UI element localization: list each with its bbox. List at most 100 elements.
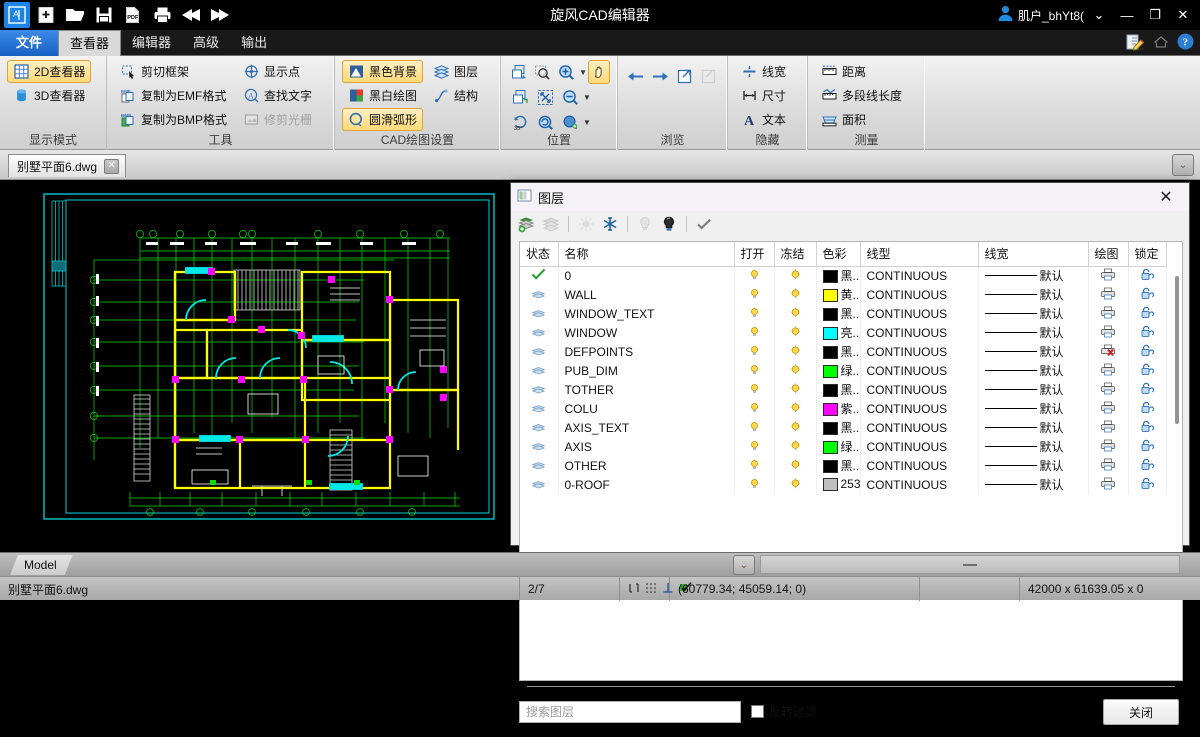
color-swatch[interactable] xyxy=(822,346,838,359)
table-row[interactable]: DEFPOINTS 黑...CONTINUOUS默认 xyxy=(520,342,1167,361)
checkbox-box[interactable] xyxy=(751,705,764,718)
cell-open[interactable] xyxy=(734,456,775,475)
tab-file[interactable]: 文件 xyxy=(0,30,59,56)
home-icon[interactable] xyxy=(1153,35,1169,52)
cell-freeze[interactable] xyxy=(774,380,817,399)
cell-layer-name[interactable]: WINDOW xyxy=(558,323,735,342)
close-button[interactable]: 关闭 xyxy=(1103,699,1179,725)
table-row[interactable]: PUB_DIM 绿...CONTINUOUS默认 xyxy=(520,361,1167,380)
undo-icon[interactable] xyxy=(178,2,204,28)
cell-layer-name[interactable]: AXIS_TEXT xyxy=(558,418,735,437)
cell-open[interactable] xyxy=(734,399,775,418)
document-tab[interactable]: 别墅平面6.dwg ✕ xyxy=(8,154,127,177)
column-header-lineweight[interactable]: 线宽 xyxy=(978,242,1089,267)
cell-color[interactable]: 黑... xyxy=(816,456,861,475)
lock-open-icon[interactable] xyxy=(1140,477,1155,493)
cell-open[interactable] xyxy=(734,285,775,304)
cell-plot[interactable] xyxy=(1088,380,1129,399)
ribbon-item-dimension[interactable]: 尺寸 xyxy=(735,84,792,107)
ribbon-item-distance[interactable]: 距离 xyxy=(815,60,908,83)
invert-filter-checkbox[interactable]: 反转过滤 xyxy=(751,703,817,720)
tab-advanced[interactable]: 高级 xyxy=(182,30,230,56)
horizontal-scrollbar[interactable] xyxy=(760,555,1180,574)
cell-plot[interactable] xyxy=(1088,418,1129,437)
cell-linetype[interactable]: CONTINUOUS xyxy=(860,285,979,304)
color-swatch[interactable] xyxy=(822,441,838,454)
cell-lineweight[interactable]: 默认 xyxy=(978,418,1089,437)
cell-state[interactable] xyxy=(520,437,559,456)
color-swatch[interactable] xyxy=(822,422,838,435)
forward-arrow-icon[interactable] xyxy=(650,64,671,88)
cell-plot[interactable] xyxy=(1088,342,1129,361)
cell-plot[interactable] xyxy=(1088,304,1129,323)
table-row[interactable]: AXIS 绿...CONTINUOUS默认 xyxy=(520,437,1167,456)
lock-open-icon[interactable] xyxy=(1140,401,1155,417)
cell-color[interactable]: 黑... xyxy=(816,304,861,323)
ribbon-item-black-background[interactable]: 黑色背景 xyxy=(342,60,424,83)
cell-lineweight[interactable]: 默认 xyxy=(978,266,1089,285)
open-external-icon[interactable] xyxy=(675,64,696,88)
chevron-down-icon[interactable]: ▼ xyxy=(583,118,591,127)
column-header-lock[interactable]: 锁定 xyxy=(1128,242,1167,267)
cell-lock[interactable] xyxy=(1128,266,1167,285)
lightbulb-on-icon[interactable] xyxy=(748,288,761,303)
cell-color[interactable]: 紫... xyxy=(816,399,861,418)
column-header-freeze[interactable]: 冻结 xyxy=(774,242,817,267)
sun-thaw-icon[interactable] xyxy=(789,420,802,436)
user-dropdown-icon[interactable]: ⌄ xyxy=(1086,2,1112,28)
cell-lock[interactable] xyxy=(1128,342,1167,361)
cell-color[interactable]: 绿... xyxy=(816,437,861,456)
cell-lock[interactable] xyxy=(1128,418,1167,437)
cell-state[interactable] xyxy=(520,475,559,494)
sun-thaw-icon[interactable] xyxy=(789,325,802,341)
cell-state[interactable] xyxy=(520,399,559,418)
sun-thaw-icon[interactable] xyxy=(789,401,802,417)
cell-layer-name[interactable]: AXIS xyxy=(558,437,735,456)
sun-thaw-icon[interactable] xyxy=(789,382,802,398)
cell-linetype[interactable]: CONTINUOUS xyxy=(860,475,979,494)
tab-editor[interactable]: 编辑器 xyxy=(121,30,182,56)
sun-thaw-icon[interactable] xyxy=(789,306,802,322)
printer-icon[interactable] xyxy=(1101,477,1115,493)
printer-icon[interactable] xyxy=(1101,382,1115,398)
table-row[interactable]: AXIS_TEXT 黑...CONTINUOUS默认 xyxy=(520,418,1167,437)
lock-open-icon[interactable] xyxy=(1140,363,1155,379)
cell-linetype[interactable]: CONTINUOUS xyxy=(860,342,979,361)
ribbon-item-show-points[interactable]: 显示点 xyxy=(237,60,318,83)
zoom-extents-icon[interactable] xyxy=(533,85,557,109)
color-swatch[interactable] xyxy=(822,460,838,473)
cell-freeze[interactable] xyxy=(774,323,817,342)
cell-color[interactable]: 黑... xyxy=(816,342,861,361)
printer-disabled-icon[interactable] xyxy=(1101,344,1115,360)
color-swatch[interactable] xyxy=(822,478,838,491)
search-input[interactable]: 搜索图层 xyxy=(519,701,741,723)
ribbon-item-structure[interactable]: 结构 xyxy=(427,84,484,107)
help-icon[interactable]: ? xyxy=(1177,33,1194,53)
layer-grid[interactable]: 状态 名称 打开 冻结 色彩 线型 线宽 绘图 锁定 0黑...CONTINUO… xyxy=(519,241,1183,681)
printer-icon[interactable] xyxy=(1101,363,1115,379)
cell-layer-name[interactable]: 0 xyxy=(558,266,735,285)
cell-state[interactable] xyxy=(520,456,559,475)
lightbulb-on-icon[interactable] xyxy=(748,459,761,474)
cell-lock[interactable] xyxy=(1128,475,1167,494)
sun-thaw-icon[interactable] xyxy=(789,363,802,379)
zoom-window-icon[interactable] xyxy=(531,60,553,84)
color-swatch[interactable] xyxy=(822,365,838,378)
cell-freeze[interactable] xyxy=(774,304,817,323)
cell-plot[interactable] xyxy=(1088,475,1129,494)
cell-open[interactable] xyxy=(734,380,775,399)
cell-lineweight[interactable]: 默认 xyxy=(978,437,1089,456)
printer-icon[interactable] xyxy=(1101,420,1115,436)
restore-button[interactable]: ❐ xyxy=(1142,2,1168,28)
document-tab-menu-icon[interactable]: ⌄ xyxy=(1172,154,1194,176)
cell-color[interactable]: 绿... xyxy=(816,361,861,380)
redo-icon[interactable] xyxy=(207,2,233,28)
cell-state[interactable] xyxy=(520,323,559,342)
cell-open[interactable] xyxy=(734,475,775,494)
sun-thaw-icon[interactable] xyxy=(789,344,802,360)
cell-layer-name[interactable]: WINDOW_TEXT xyxy=(558,304,735,323)
sun-thaw-icon[interactable] xyxy=(789,458,802,474)
cell-lock[interactable] xyxy=(1128,399,1167,418)
cell-open[interactable] xyxy=(734,361,775,380)
pan-window-icon[interactable] xyxy=(508,60,530,84)
